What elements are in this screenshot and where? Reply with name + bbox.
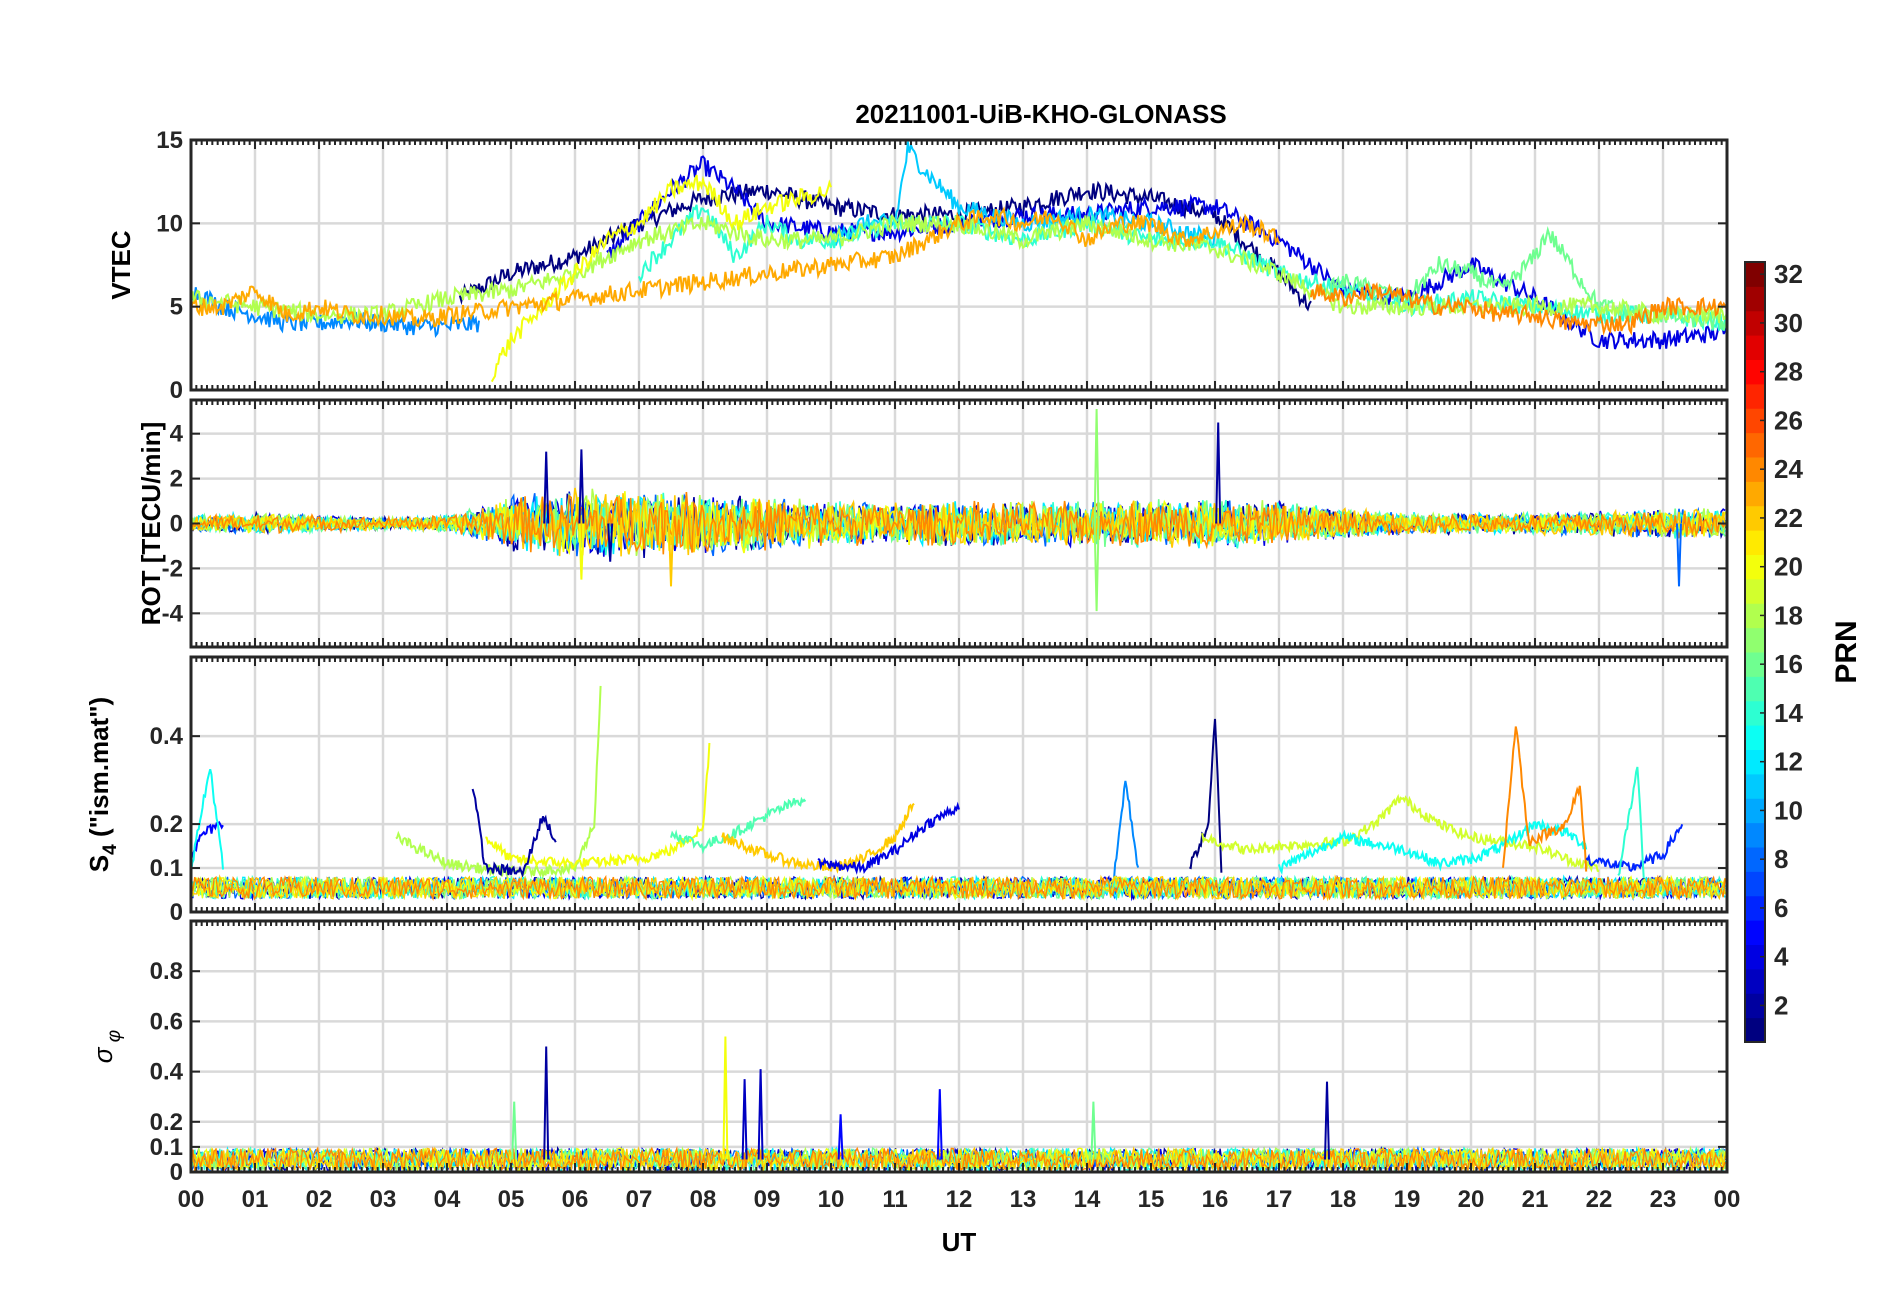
x-tick-label: 12	[946, 1186, 973, 1213]
colorbar-segment	[1745, 822, 1765, 848]
y-tick-label: 0	[170, 511, 183, 538]
y-tick-label: 4	[170, 421, 184, 448]
y-tick-label: 0.1	[150, 1134, 183, 1161]
y-tick-label: 0.6	[150, 1008, 183, 1035]
x-tick-label: 19	[1394, 1186, 1421, 1213]
colorbar-segment	[1745, 383, 1765, 409]
x-tick-label: 09	[754, 1186, 781, 1213]
x-tick-label: 14	[1074, 1186, 1101, 1213]
colorbar-tick-label: 4	[1774, 942, 1789, 972]
colorbar-tick-label: 2	[1774, 990, 1788, 1020]
colorbar-tick-label: 20	[1774, 552, 1803, 582]
colorbar-tick-label: 14	[1774, 698, 1803, 728]
y-tick-label: 0.4	[150, 1059, 184, 1086]
colorbar-tick-label: 28	[1774, 357, 1803, 387]
colorbar-tick-label: 32	[1774, 259, 1803, 289]
y-tick-label: 0	[170, 1159, 183, 1186]
colorbar-tick-label: 10	[1774, 795, 1803, 825]
x-tick-label: 04	[434, 1186, 461, 1213]
colorbar-segment	[1745, 676, 1765, 702]
x-tick-label: 03	[370, 1186, 397, 1213]
x-tick-label: 07	[626, 1186, 653, 1213]
colorbar-tick-label: 26	[1774, 405, 1803, 435]
x-tick-label: 23	[1650, 1186, 1677, 1213]
y-axis-label-vtec: VTEC	[106, 230, 136, 300]
colorbar-segment	[1745, 968, 1765, 994]
colorbar-segment	[1745, 530, 1765, 555]
colorbar-tick-label: 30	[1774, 308, 1803, 338]
colorbar-segment	[1745, 578, 1765, 604]
colorbar-segment	[1745, 481, 1765, 507]
x-tick-label: 18	[1330, 1186, 1357, 1213]
y-tick-label: 0	[170, 899, 183, 926]
x-tick-label: 15	[1138, 1186, 1165, 1213]
y-tick-label: 0.8	[150, 958, 183, 985]
colorbar-segment	[1745, 725, 1765, 750]
colorbar-tick-label: 16	[1774, 649, 1803, 679]
colorbar-tick-label: 24	[1774, 454, 1803, 484]
x-tick-label: 11	[882, 1186, 907, 1213]
colorbar-tick-label: 18	[1774, 600, 1803, 630]
y-tick-label: 0	[170, 377, 183, 404]
x-tick-label: 17	[1266, 1186, 1293, 1213]
y-tick-label: 5	[170, 294, 183, 321]
colorbar-tick-label: 12	[1774, 747, 1803, 777]
x-tick-label: 06	[562, 1186, 589, 1213]
colorbar-segment	[1745, 335, 1765, 360]
colorbar-tick-label: 6	[1774, 893, 1788, 923]
chart-figure: 20211001-UiB-KHO-GLONASS 051015VTEC-4-20…	[0, 0, 1902, 1292]
colorbar-segment	[1745, 871, 1765, 897]
x-tick-label: 22	[1586, 1186, 1613, 1213]
colorbar-segment	[1745, 920, 1765, 945]
x-tick-label: 21	[1522, 1186, 1549, 1213]
x-axis-label: UT	[942, 1227, 977, 1257]
colorbar-segment	[1745, 773, 1765, 799]
chart-title: 20211001-UiB-KHO-GLONASS	[855, 99, 1226, 129]
colorbar-segment	[1745, 286, 1765, 312]
x-tick-label: 05	[498, 1186, 525, 1213]
colorbar-tick-label: 8	[1774, 844, 1788, 874]
x-tick-label: 01	[242, 1186, 269, 1213]
x-tick-label: 02	[306, 1186, 333, 1213]
colorbar-label: PRN	[1830, 620, 1863, 683]
x-tick-label: 20	[1458, 1186, 1485, 1213]
x-tick-label: 00	[178, 1186, 205, 1213]
y-tick-label: 0.2	[150, 1109, 183, 1136]
x-tick-label: 16	[1202, 1186, 1229, 1213]
y-tick-label: 0.1	[150, 855, 183, 882]
colorbar-segment	[1745, 432, 1765, 458]
colorbar-tick-label: 22	[1774, 503, 1803, 533]
y-tick-label: 2	[170, 466, 183, 493]
x-tick-label: 08	[690, 1186, 717, 1213]
x-tick-label: 10	[818, 1186, 845, 1213]
colorbar-segment	[1745, 1017, 1765, 1043]
x-tick-label: 13	[1010, 1186, 1037, 1213]
x-tick-label: 00	[1714, 1186, 1741, 1213]
colorbar-segment	[1745, 627, 1765, 653]
y-tick-label: 0.4	[150, 723, 184, 750]
y-tick-label: 10	[156, 210, 183, 237]
y-tick-label: 15	[156, 127, 183, 154]
y-axis-label-rot: ROT [TECU/min]	[136, 422, 166, 626]
y-tick-label: 0.2	[150, 811, 183, 838]
